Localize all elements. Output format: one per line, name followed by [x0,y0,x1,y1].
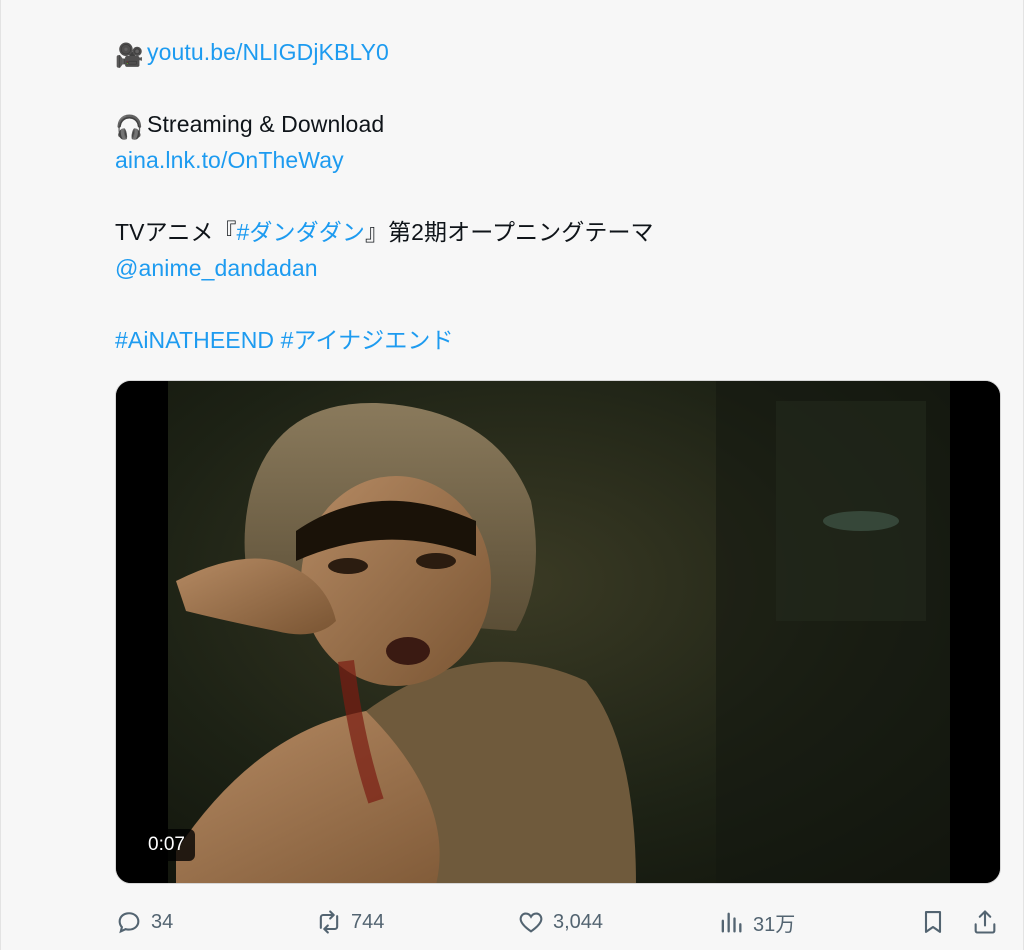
video-timestamp: 0:07 [138,829,195,861]
tweet-text: 🎥 youtu.be/NLIGDjKBLY0 🎧 Streaming & Downl… [115,34,995,358]
reply-button[interactable]: 34 [115,900,173,944]
youtube-line: 🎥 youtu.be/NLIGDjKBLY0 [115,34,995,70]
views-icon [717,908,745,936]
reply-icon [115,908,143,936]
views-button[interactable]: 31万 [717,900,795,944]
anime-line: TVアニメ『#ダンダダン』第2期オープニングテーマ [115,214,995,250]
youtube-link[interactable]: youtu.be/NLIGDjKBLY0 [147,39,389,65]
like-count: 3,044 [553,910,604,933]
hashtag-dandadan[interactable]: #ダンダダン [237,219,365,245]
tweet-detail: 🎥 youtu.be/NLIGDjKBLY0 🎧 Streaming & Downl… [0,0,1024,950]
hashtags[interactable]: #AiNATHEEND #アイナジエンド [115,327,454,353]
anime-suffix: 』第2期オープニングテーマ [364,219,654,245]
video-camera-icon: 🎥 [115,42,144,68]
streaming-line: 🎧 Streaming & Download [115,106,995,142]
streaming-label: Streaming & Download [147,111,385,137]
repost-count: 744 [351,910,385,933]
views-count: 31万 [753,913,796,936]
video-player[interactable] [115,380,1001,884]
share-button[interactable] [971,900,999,944]
headphones-icon: 🎧 [115,114,144,140]
streaming-link-line: aina.lnk.to/OnTheWay [115,142,995,178]
like-button[interactable]: 3,044 [517,900,603,944]
mention-anime-dandadan[interactable]: @anime_dandadan [115,255,318,281]
anime-prefix: TVアニメ『 [115,219,237,245]
share-icon [971,908,999,936]
like-icon [517,908,545,936]
bookmark-button[interactable] [919,900,947,944]
repost-button[interactable]: 744 [315,900,384,944]
repost-icon [315,908,343,936]
streaming-link[interactable]: aina.lnk.to/OnTheWay [115,147,344,173]
video-frame [116,381,1000,883]
reply-count: 34 [151,910,174,933]
action-bar: 34 744 3,044 31万 [115,900,1001,944]
mention-line: @anime_dandadan [115,250,995,286]
bookmark-icon [919,908,947,936]
hashtags-line: #AiNATHEEND #アイナジエンド [115,322,995,358]
